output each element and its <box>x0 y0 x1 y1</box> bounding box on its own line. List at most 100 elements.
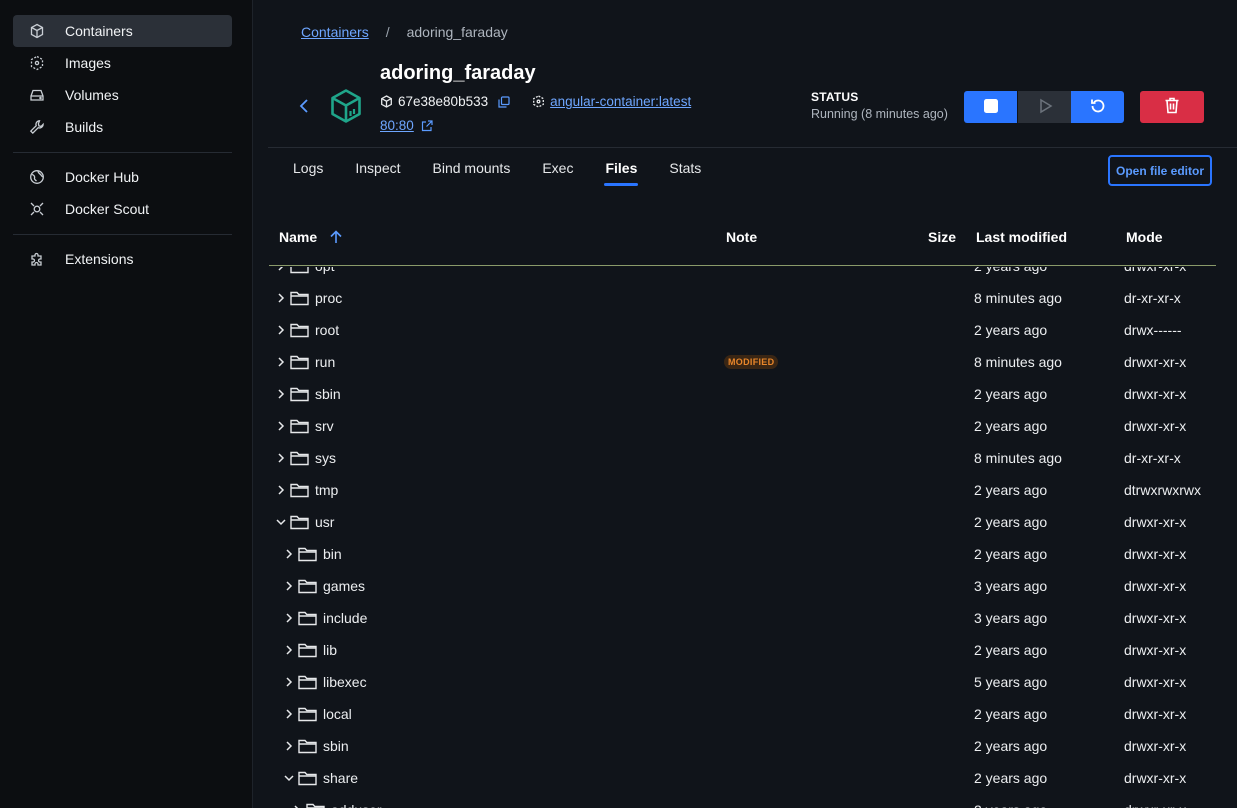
last-modified: 3 years ago <box>974 610 1048 626</box>
open-file-editor-button[interactable]: Open file editor <box>1108 155 1212 186</box>
chevron-right-icon[interactable] <box>276 267 286 271</box>
container-meta: 67e38e80b533 angular-container:latest <box>380 94 691 109</box>
chevron-right-icon[interactable] <box>284 581 294 591</box>
chevron-right-icon[interactable] <box>276 421 286 431</box>
file-name: games <box>323 578 366 594</box>
file-table-body: opt 2 years ago drwxr-xr-x proc 8 minutes ag… <box>269 267 1216 808</box>
chevron-down-icon[interactable] <box>276 517 286 527</box>
delete-button[interactable] <box>1140 91 1204 123</box>
column-header-mode[interactable]: Mode <box>1126 229 1163 245</box>
globe-icon <box>29 169 45 185</box>
file-name: libexec <box>323 674 367 690</box>
start-button[interactable] <box>1018 91 1071 123</box>
image-link[interactable]: angular-container:latest <box>550 94 691 109</box>
trash-icon <box>1164 97 1180 117</box>
tab-files[interactable]: Files <box>604 160 639 186</box>
tabs: Logs Inspect Bind mounts Exec Files Stat… <box>293 160 733 186</box>
table-row[interactable]: local 2 years ago drwxr-xr-x <box>269 698 1216 730</box>
table-row[interactable]: sbin 2 years ago drwxr-xr-x <box>269 730 1216 762</box>
sidebar-item-volumes[interactable]: Volumes <box>13 79 232 111</box>
chevron-right-icon[interactable] <box>276 485 286 495</box>
sidebar-item-builds[interactable]: Builds <box>13 111 232 143</box>
file-name: srv <box>315 418 334 434</box>
chevron-right-icon[interactable] <box>276 293 286 303</box>
folder-icon <box>298 642 317 658</box>
file-mode: drwxr-xr-x <box>1124 706 1187 722</box>
tab-stats[interactable]: Stats <box>669 160 701 186</box>
sort-ascending-icon <box>329 230 343 244</box>
port-row: 80:80 <box>380 118 433 133</box>
column-header-size[interactable]: Size <box>928 229 956 245</box>
sidebar-item-docker-scout[interactable]: Docker Scout <box>13 193 232 225</box>
file-name: include <box>323 610 368 626</box>
table-row[interactable]: games 3 years ago drwxr-xr-x <box>269 570 1216 602</box>
column-header-name[interactable]: Name <box>279 229 343 245</box>
file-mode: dr-xr-xr-x <box>1124 290 1181 306</box>
last-modified: 2 years ago <box>974 706 1048 722</box>
table-row[interactable]: libexec 5 years ago drwxr-xr-x <box>269 666 1216 698</box>
table-row[interactable]: srv 2 years ago drwxr-xr-x <box>269 410 1216 442</box>
restart-button[interactable] <box>1071 91 1124 123</box>
sidebar-item-images[interactable]: Images <box>13 47 232 79</box>
column-header-last-modified[interactable]: Last modified <box>976 229 1067 245</box>
tab-exec[interactable]: Exec <box>542 160 573 186</box>
file-name: sbin <box>323 738 349 754</box>
last-modified: 2 years ago <box>974 738 1048 754</box>
table-row[interactable]: bin 2 years ago drwxr-xr-x <box>269 538 1216 570</box>
chevron-right-icon[interactable] <box>284 645 294 655</box>
port-link[interactable]: 80:80 <box>380 118 414 133</box>
sidebar-item-docker-hub[interactable]: Docker Hub <box>13 161 232 193</box>
table-row[interactable]: share 2 years ago drwxr-xr-x <box>269 762 1216 794</box>
folder-icon <box>290 482 309 498</box>
tab-inspect[interactable]: Inspect <box>355 160 400 186</box>
table-row[interactable]: lib 2 years ago drwxr-xr-x <box>269 634 1216 666</box>
chevron-right-icon[interactable] <box>284 613 294 623</box>
table-row[interactable]: run MODIFIED 8 minutes ago drwxr-xr-x <box>269 346 1216 378</box>
file-mode: drwx------ <box>1124 322 1182 338</box>
file-name: tmp <box>315 482 339 498</box>
table-row[interactable]: opt 2 years ago drwxr-xr-x <box>269 267 1216 282</box>
breadcrumb-separator: / <box>385 24 390 40</box>
chevron-right-icon[interactable] <box>276 357 286 367</box>
chevron-right-icon[interactable] <box>276 325 286 335</box>
sidebar-item-label: Docker Hub <box>65 169 139 185</box>
table-row[interactable]: adduser 2 years ago drwxr-xr-x <box>269 794 1216 808</box>
column-header-note[interactable]: Note <box>726 229 757 245</box>
modified-badge: MODIFIED <box>724 355 779 369</box>
chevron-right-icon[interactable] <box>284 709 294 719</box>
sidebar: Containers Images Volumes Builds Docker … <box>0 0 253 808</box>
chevron-right-icon[interactable] <box>276 389 286 399</box>
chevron-right-icon[interactable] <box>276 453 286 463</box>
copy-icon[interactable] <box>498 95 510 108</box>
last-modified: 8 minutes ago <box>974 450 1062 466</box>
file-mode: drwxr-xr-x <box>1124 514 1187 530</box>
folder-icon <box>298 706 317 722</box>
table-row[interactable]: sbin 2 years ago drwxr-xr-x <box>269 378 1216 410</box>
file-name: bin <box>323 546 342 562</box>
chevron-right-icon[interactable] <box>284 549 294 559</box>
table-row[interactable]: sys 8 minutes ago dr-xr-xr-x <box>269 442 1216 474</box>
back-chevron-icon[interactable] <box>296 97 312 115</box>
folder-icon <box>298 610 317 626</box>
table-row[interactable]: root 2 years ago drwx------ <box>269 314 1216 346</box>
external-link-icon[interactable] <box>421 119 433 132</box>
file-mode: drwxr-xr-x <box>1124 354 1187 370</box>
sidebar-item-containers[interactable]: Containers <box>13 15 232 47</box>
folder-icon <box>298 770 317 786</box>
table-row[interactable]: tmp 2 years ago dtrwxrwxrwx <box>269 474 1216 506</box>
tab-logs[interactable]: Logs <box>293 160 323 186</box>
table-row[interactable]: usr 2 years ago drwxr-xr-x <box>269 506 1216 538</box>
sidebar-divider <box>13 152 232 153</box>
table-row[interactable]: include 3 years ago drwxr-xr-x <box>269 602 1216 634</box>
folder-icon <box>298 546 317 562</box>
breadcrumb-link-containers[interactable]: Containers <box>301 24 369 40</box>
sidebar-item-extensions[interactable]: Extensions <box>13 243 232 275</box>
chevron-down-icon[interactable] <box>284 773 294 783</box>
chevron-right-icon[interactable] <box>284 677 294 687</box>
chevron-right-icon[interactable] <box>284 741 294 751</box>
tab-bind-mounts[interactable]: Bind mounts <box>433 160 511 186</box>
play-icon <box>1037 98 1053 117</box>
file-name: sys <box>315 450 336 466</box>
stop-button[interactable] <box>964 91 1017 123</box>
table-row[interactable]: proc 8 minutes ago dr-xr-xr-x <box>269 282 1216 314</box>
